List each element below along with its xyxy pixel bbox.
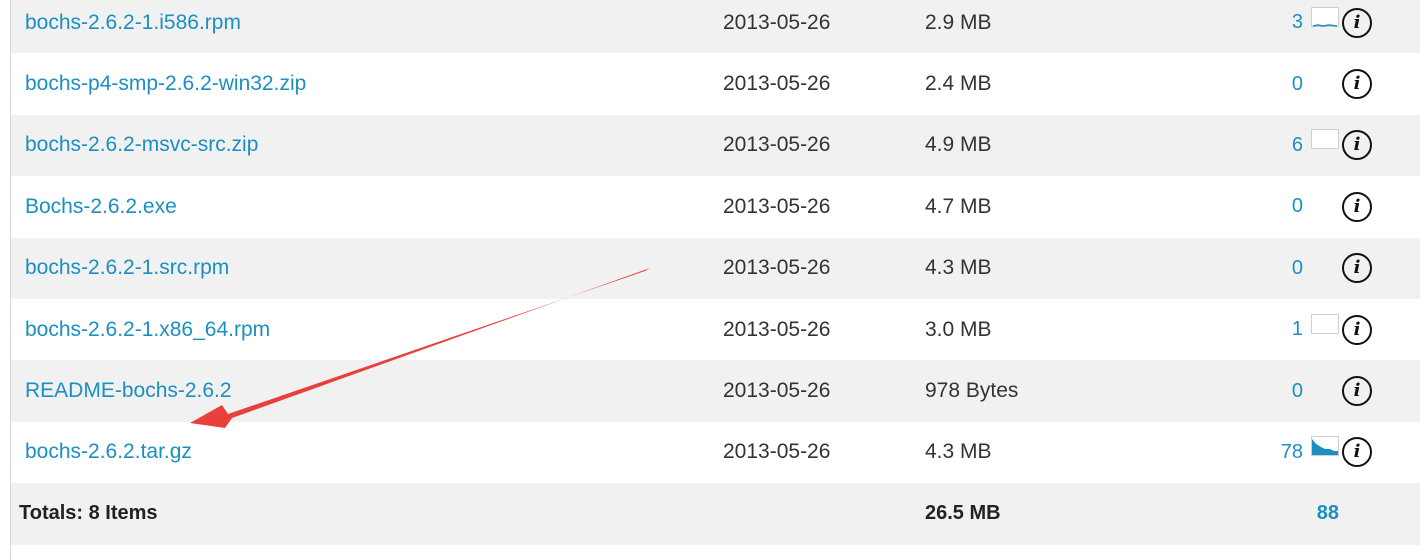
file-row: bochs-2.6.2-msvc-src.zip 2013-05-26 4.9 … [11, 114, 1420, 177]
file-name-link[interactable]: Bochs-2.6.2.exe [25, 195, 177, 218]
file-row: README-bochs-2.6.2 2013-05-26 978 Bytes … [11, 360, 1420, 422]
file-name-link[interactable]: bochs-p4-smp-2.6.2-win32.zip [25, 72, 306, 95]
file-date: 2013-05-26 [711, 421, 911, 484]
file-size: 2.9 MB [911, 0, 1161, 54]
download-count[interactable]: 6 [1292, 134, 1303, 156]
file-date: 2013-05-26 [711, 298, 911, 361]
download-count[interactable]: 0 [1292, 73, 1303, 95]
file-date: 2013-05-26 [711, 53, 911, 115]
download-count[interactable]: 1 [1292, 318, 1303, 340]
file-row: bochs-2.6.2-1.src.rpm 2013-05-26 4.3 MB … [11, 237, 1420, 299]
info-icon[interactable]: i [1342, 376, 1372, 407]
file-name-link[interactable]: bochs-2.6.2-msvc-src.zip [25, 133, 258, 156]
file-date: 2013-05-26 [711, 0, 911, 54]
file-size: 4.3 MB [911, 421, 1161, 484]
download-count[interactable]: 0 [1292, 195, 1303, 217]
download-sparkline [1311, 313, 1339, 334]
info-icon[interactable]: i [1342, 130, 1372, 161]
file-name-link[interactable]: bochs-2.6.2.tar.gz [25, 440, 192, 463]
file-row: bochs-2.6.2-1.i586.rpm 2013-05-26 2.9 MB… [11, 0, 1420, 54]
download-count[interactable]: 0 [1292, 257, 1303, 279]
info-icon[interactable]: i [1342, 253, 1372, 284]
info-icon[interactable]: i [1342, 7, 1372, 38]
totals-size: 26.5 MB [911, 483, 1161, 545]
file-name-link[interactable]: bochs-2.6.2-1.i586.rpm [25, 11, 241, 34]
file-size: 4.9 MB [911, 114, 1161, 177]
file-size: 978 Bytes [911, 360, 1161, 422]
file-size: 4.3 MB [911, 237, 1161, 299]
file-row: bochs-p4-smp-2.6.2-win32.zip 2013-05-26 … [11, 53, 1420, 115]
file-row: bochs-2.6.2-1.x86_64.rpm 2013-05-26 3.0 … [11, 298, 1420, 361]
file-date: 2013-05-26 [711, 114, 911, 177]
download-sparkline [1311, 436, 1339, 457]
download-count[interactable]: 78 [1281, 441, 1303, 463]
info-icon[interactable]: i [1342, 69, 1372, 100]
file-row: bochs-2.6.2.tar.gz 2013-05-26 4.3 MB 78 … [11, 421, 1420, 484]
file-size: 3.0 MB [911, 298, 1161, 361]
info-icon[interactable]: i [1342, 191, 1372, 222]
file-date: 2013-05-26 [711, 360, 911, 422]
file-name-link[interactable]: bochs-2.6.2-1.x86_64.rpm [25, 318, 270, 341]
totals-label: Totals: 8 Items [11, 483, 711, 545]
file-name-link[interactable]: bochs-2.6.2-1.src.rpm [25, 256, 229, 279]
file-date: 2013-05-26 [711, 176, 911, 238]
file-size: 4.7 MB [911, 176, 1161, 238]
download-count[interactable]: 3 [1292, 11, 1303, 33]
file-size: 2.4 MB [911, 53, 1161, 115]
file-row: Bochs-2.6.2.exe 2013-05-26 4.7 MB 0 i [11, 176, 1420, 238]
file-name-link[interactable]: README-bochs-2.6.2 [25, 379, 232, 402]
info-icon[interactable]: i [1342, 314, 1372, 345]
download-count[interactable]: 0 [1292, 380, 1303, 402]
download-sparkline [1311, 6, 1339, 27]
file-table: bochs-2.6.2-1.i586.rpm 2013-05-26 2.9 MB… [11, 0, 1420, 545]
download-sparkline [1311, 129, 1339, 150]
info-icon[interactable]: i [1342, 437, 1372, 468]
totals-row: Totals: 8 Items 26.5 MB 88 [11, 483, 1420, 545]
totals-downloads: 88 [1161, 483, 1341, 545]
file-date: 2013-05-26 [711, 237, 911, 299]
